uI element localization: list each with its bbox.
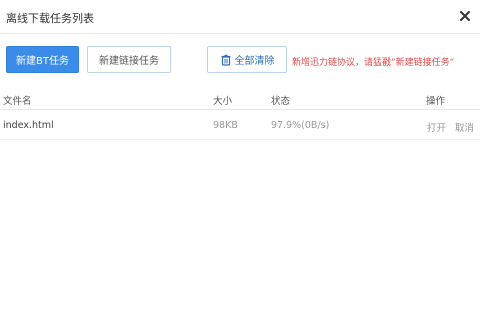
new-link-task-label: 新建链接任务 <box>99 56 159 67</box>
dialog-title: 离线下载任务列表 <box>6 12 94 25</box>
row-status: 97.9%(0B/s) <box>271 120 330 131</box>
new-link-task-button[interactable]: 新建链接任务 <box>87 46 171 73</box>
header-status: 状态 <box>271 96 291 107</box>
table-row: index.html 98KB 97.9%(0B/s) 打开 取消 <box>0 110 480 140</box>
clear-all-label: 全部清除 <box>234 56 275 67</box>
cancel-link[interactable]: 取消 <box>455 120 474 134</box>
header-size: 大小 <box>213 96 233 107</box>
close-icon[interactable] <box>458 9 472 23</box>
clear-all-button[interactable]: 全部清除 <box>207 46 287 73</box>
new-bt-task-button[interactable]: 新建BT任务 <box>6 46 79 73</box>
table-header: 文件名 大小 状态 操作 <box>0 86 480 110</box>
row-size: 98KB <box>213 120 238 131</box>
header-actions: 操作 <box>426 96 446 107</box>
row-filename: index.html <box>3 120 54 131</box>
open-link[interactable]: 打开 <box>427 120 446 134</box>
protocol-hint: 新增迅力链协议，请猛戳“新建链接任务” <box>292 58 455 68</box>
trash-icon <box>221 54 230 66</box>
dialog-titlebar: 离线下载任务列表 <box>0 0 480 34</box>
header-filename: 文件名 <box>3 96 32 107</box>
toolbar: 新建BT任务 新建链接任务 全部清除 新增迅力链协议，请猛戳“新建链接任务” <box>0 34 480 86</box>
new-bt-task-label: 新建BT任务 <box>16 56 69 67</box>
